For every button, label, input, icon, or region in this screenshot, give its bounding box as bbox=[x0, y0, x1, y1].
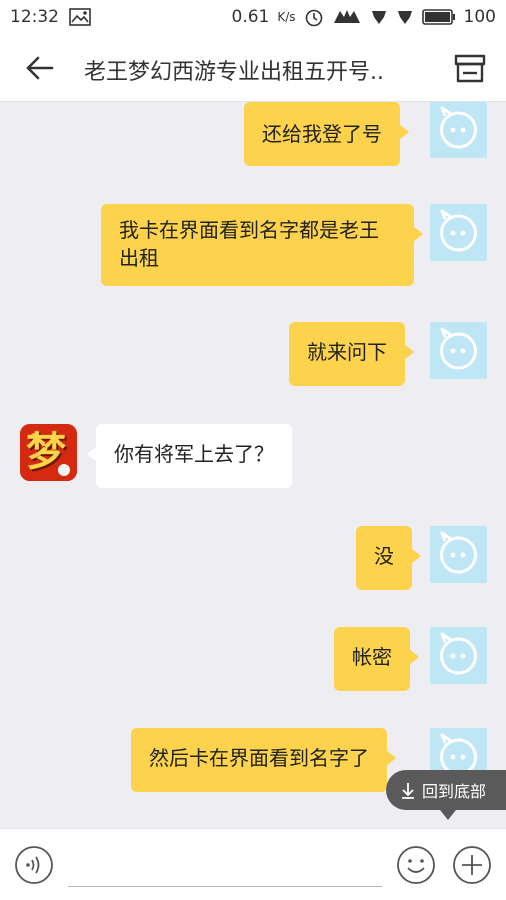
app-notification-icon bbox=[333, 10, 360, 23]
message-bubble-sent[interactable]: 就来问下 bbox=[289, 322, 414, 386]
status-time: 12:32 bbox=[10, 7, 59, 27]
my-avatar[interactable] bbox=[430, 204, 487, 261]
alarm-icon bbox=[305, 9, 322, 27]
message-text: 就来问下 bbox=[307, 340, 387, 364]
signal-icon-1 bbox=[371, 11, 386, 24]
battery-level: 100 bbox=[463, 7, 496, 27]
my-avatar[interactable] bbox=[430, 627, 487, 684]
chat-message-list[interactable]: 还给我登了号 我卡在界面看到名字都是老王出租 就来问下 梦 你有将军上去了？ 没… bbox=[0, 102, 506, 828]
default-avatar-icon bbox=[440, 632, 477, 675]
message-bubble-sent[interactable]: 没 bbox=[356, 526, 421, 590]
game-logo-glyph: 梦 bbox=[26, 429, 66, 475]
chat-header: 老王梦幻西游专业出租五开号.. bbox=[0, 34, 506, 102]
voice-input-icon[interactable] bbox=[14, 845, 54, 885]
image-notification-icon bbox=[69, 8, 91, 26]
message-text: 然后卡在界面看到名字了 bbox=[149, 746, 369, 770]
my-avatar[interactable] bbox=[430, 102, 487, 158]
emoji-icon[interactable] bbox=[396, 845, 436, 885]
battery-icon bbox=[421, 9, 455, 25]
message-text: 你有将军上去了？ bbox=[114, 442, 274, 466]
chat-title: 老王梦幻西游专业出租五开号.. bbox=[84, 60, 384, 85]
default-avatar-icon bbox=[440, 531, 477, 574]
default-avatar-icon bbox=[440, 106, 477, 149]
network-speed-unit: K/s bbox=[277, 10, 296, 24]
shop-icon[interactable] bbox=[450, 48, 490, 88]
message-text: 我卡在界面看到名字都是老王出租 bbox=[119, 218, 379, 270]
scroll-to-bottom-label: 回到底部 bbox=[422, 782, 487, 801]
signal-icon-2 bbox=[397, 11, 412, 24]
contact-avatar[interactable]: 梦 bbox=[20, 424, 77, 481]
message-bubble-sent[interactable]: 帐密 bbox=[334, 627, 419, 691]
message-text: 没 bbox=[374, 544, 394, 568]
message-text: 还给我登了号 bbox=[262, 122, 382, 146]
arrow-down-icon bbox=[402, 783, 414, 799]
plus-icon[interactable] bbox=[452, 845, 492, 885]
message-input[interactable] bbox=[68, 847, 382, 887]
default-avatar-icon bbox=[440, 209, 477, 252]
my-avatar[interactable] bbox=[430, 322, 487, 379]
input-bar bbox=[0, 828, 506, 900]
network-speed: 0.61 bbox=[231, 7, 270, 27]
my-avatar[interactable] bbox=[430, 526, 487, 583]
message-text: 帐密 bbox=[352, 645, 392, 669]
default-avatar-icon bbox=[440, 327, 477, 370]
message-bubble-received[interactable]: 你有将军上去了？ bbox=[87, 424, 292, 488]
back-arrow-icon[interactable] bbox=[20, 48, 60, 88]
scroll-to-bottom-button[interactable]: 回到底部 bbox=[386, 770, 506, 820]
message-bubble-sent[interactable]: 还给我登了号 bbox=[244, 102, 409, 166]
message-bubble-sent[interactable]: 然后卡在界面看到名字了 bbox=[131, 728, 396, 792]
message-bubble-sent[interactable]: 我卡在界面看到名字都是老王出租 bbox=[101, 204, 423, 286]
status-bar: 12:32 0.61 K/s 100 bbox=[0, 0, 506, 34]
